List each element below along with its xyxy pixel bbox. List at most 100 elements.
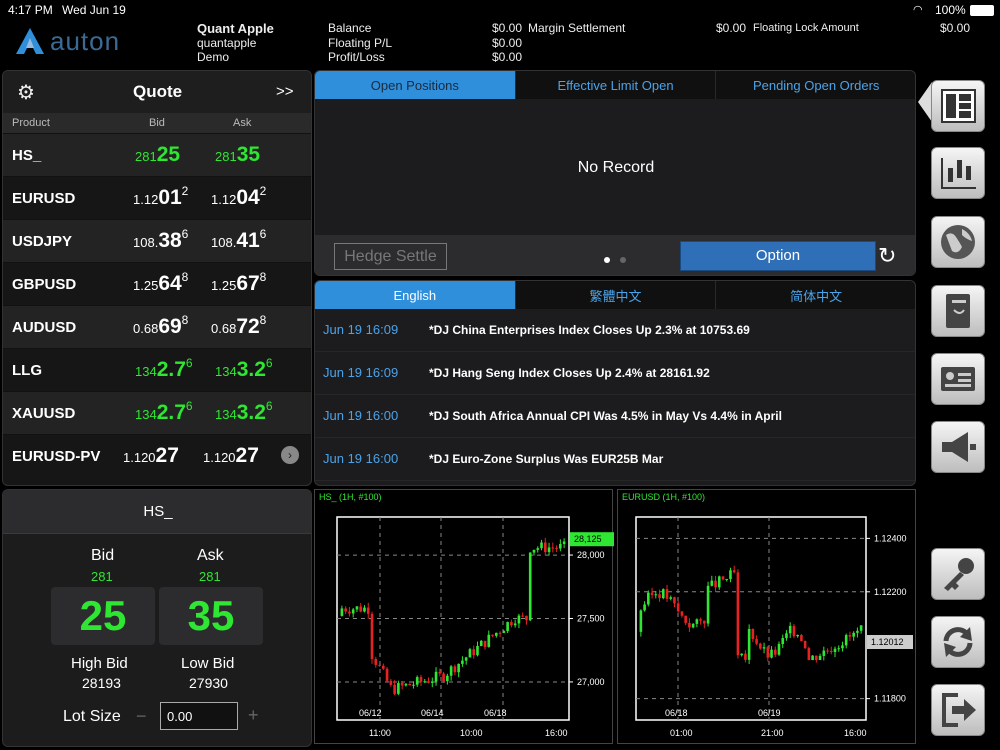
candle-body (468, 649, 472, 658)
candle-body (427, 681, 430, 683)
candle-body (449, 666, 453, 676)
lot-minus-button[interactable]: − (136, 706, 147, 727)
candle-body (551, 547, 555, 549)
ask-price[interactable]: 108.416 (211, 227, 266, 253)
news-item[interactable]: Jun 19 16:00 *DJ Euro-Zone Surplus Was EU… (315, 438, 915, 481)
candle-body (559, 543, 562, 549)
ask-price[interactable]: 1343.26 (215, 399, 273, 425)
logout-icon[interactable] (931, 684, 985, 736)
lot-plus-button[interactable]: + (248, 705, 259, 726)
candle-body (476, 645, 479, 656)
brand-name: auton (50, 26, 121, 56)
lot-size-input[interactable]: 0.00 (160, 702, 238, 730)
ask-big: 72 (236, 315, 260, 338)
low-bid-label: Low Bid (181, 655, 235, 672)
hedge-settle-button[interactable]: Hedge Settle (334, 243, 447, 270)
bid-big: 38 (158, 229, 182, 252)
quote-row[interactable]: HS_ 28125 28135 (3, 133, 311, 176)
tab-pending-open-orders[interactable]: Pending Open Orders (716, 71, 915, 99)
bid-price[interactable]: 0.68698 (133, 313, 188, 339)
news-tabs: English 繁體中文 简体中文 (315, 281, 915, 309)
ask-price[interactable]: 1.12027 (203, 444, 259, 468)
bid-pip: 2 (181, 184, 189, 198)
news-item[interactable]: Jun 19 16:09 *DJ Hang Seng Index Closes U… (315, 352, 915, 395)
quote-row[interactable]: XAUUSD 1342.76 1343.26 (3, 391, 311, 434)
news-item[interactable]: Jun 19 16:00 *DJ South Africa Annual CPI … (315, 395, 915, 438)
date-label: 06/18 (484, 708, 507, 718)
x-tick-label: 16:00 (844, 728, 867, 738)
candle-body (415, 677, 419, 685)
option-button[interactable]: Option (680, 241, 876, 271)
chart-hs[interactable]: HS_ (1H, #100) 28,000 27,500 27,000 28,125 06… (314, 489, 614, 744)
sync-icon[interactable] (931, 616, 985, 668)
ask-price[interactable]: 1343.26 (215, 356, 273, 382)
bid-price[interactable]: 1342.76 (135, 399, 193, 425)
gear-icon[interactable]: ⚙ (17, 80, 35, 105)
ask-pip: 2 (259, 184, 267, 198)
candle-body (740, 653, 743, 656)
dashboard-icon[interactable] (931, 80, 985, 132)
product-name: EURUSD-PV (12, 448, 101, 465)
account-user: quantapple (197, 36, 257, 50)
candle-body (717, 576, 721, 588)
chart-eurusd[interactable]: EURUSD (1H, #100) 1.12400 1.12200 1.11800 1.… (617, 489, 916, 744)
key-icon[interactable] (931, 548, 985, 600)
bid-price[interactable]: 1.12012 (133, 184, 189, 210)
quote-row[interactable]: USDJPY 108.386 108.416 (3, 219, 311, 262)
refresh-icon[interactable]: ↻ (878, 243, 896, 269)
announcement-icon[interactable] (931, 421, 985, 473)
sell-button[interactable]: 25 (51, 587, 155, 645)
ask-prefix: 108. (211, 235, 237, 250)
quote-row[interactable]: GBPUSD 1.25648 1.25678 (3, 262, 311, 305)
high-bid-value: 28193 (82, 675, 121, 691)
tab-effective-limit-open[interactable]: Effective Limit Open (515, 71, 717, 99)
ask-price[interactable]: 28135 (215, 143, 260, 167)
tab-traditional-chinese[interactable]: 繁體中文 (515, 281, 717, 309)
bid-price[interactable]: 108.386 (133, 227, 188, 253)
ask-price[interactable]: 1.12042 (211, 184, 267, 210)
ask-big: 41 (236, 229, 260, 252)
account-card-icon[interactable] (931, 353, 985, 405)
candle-body (807, 648, 811, 661)
lock-label: Floating Lock Amount (753, 22, 859, 34)
ticket-ask-big: 35 (187, 592, 235, 639)
expand-button[interactable]: >> (276, 83, 294, 100)
candle-body (348, 611, 351, 614)
chart-icon[interactable] (931, 147, 985, 199)
candle-body (661, 589, 665, 599)
bid-price[interactable]: 1.25648 (133, 270, 188, 296)
tab-open-positions[interactable]: Open Positions (315, 71, 516, 99)
globe-icon[interactable] (931, 216, 985, 268)
candle-body (811, 655, 814, 661)
page-dot-active[interactable] (604, 257, 610, 263)
quote-row[interactable]: EURUSD-PV 1.12027 1.12027 › (3, 434, 311, 477)
news-time: Jun 19 16:09 (323, 365, 399, 380)
page-dot[interactable] (620, 257, 626, 263)
bid-price[interactable]: 1.12027 (123, 444, 179, 468)
ask-price[interactable]: 0.68728 (211, 313, 266, 339)
chevron-right-icon[interactable]: › (281, 446, 299, 464)
tab-english[interactable]: English (315, 281, 516, 309)
wifi-icon: ◠ (913, 4, 923, 16)
ask-price[interactable]: 1.25678 (211, 270, 266, 296)
candle-body (665, 589, 669, 599)
news-item[interactable]: Jun 19 16:09 *DJ China Enterprises Index … (315, 309, 915, 352)
news-headline: *DJ South Africa Annual CPI Was 4.5% in … (429, 409, 782, 423)
bid-price[interactable]: 28125 (135, 143, 180, 167)
bid-pip: 6 (185, 399, 193, 413)
bid-price[interactable]: 1342.76 (135, 356, 193, 382)
quote-row[interactable]: EURUSD 1.12012 1.12042 (3, 176, 311, 219)
notebook-icon[interactable] (931, 285, 985, 337)
trade-ticket: HS_ Bid Ask 281 281 25 35 High Bid Low B… (2, 489, 312, 747)
ask-prefix: 0.68 (211, 321, 237, 336)
candle-body (684, 615, 687, 623)
quote-row[interactable]: LLG 1342.76 1343.26 (3, 348, 311, 391)
quote-row[interactable]: AUDUSD 0.68698 0.68728 (3, 305, 311, 348)
no-record-text: No Record (577, 159, 655, 176)
candle-body (540, 542, 543, 549)
tab-simplified-chinese[interactable]: 简体中文 (716, 281, 915, 309)
buy-button[interactable]: 35 (159, 587, 263, 645)
candle-body (374, 658, 378, 665)
product-name: EURUSD (12, 190, 76, 207)
floating-value: $0.00 (492, 36, 523, 50)
